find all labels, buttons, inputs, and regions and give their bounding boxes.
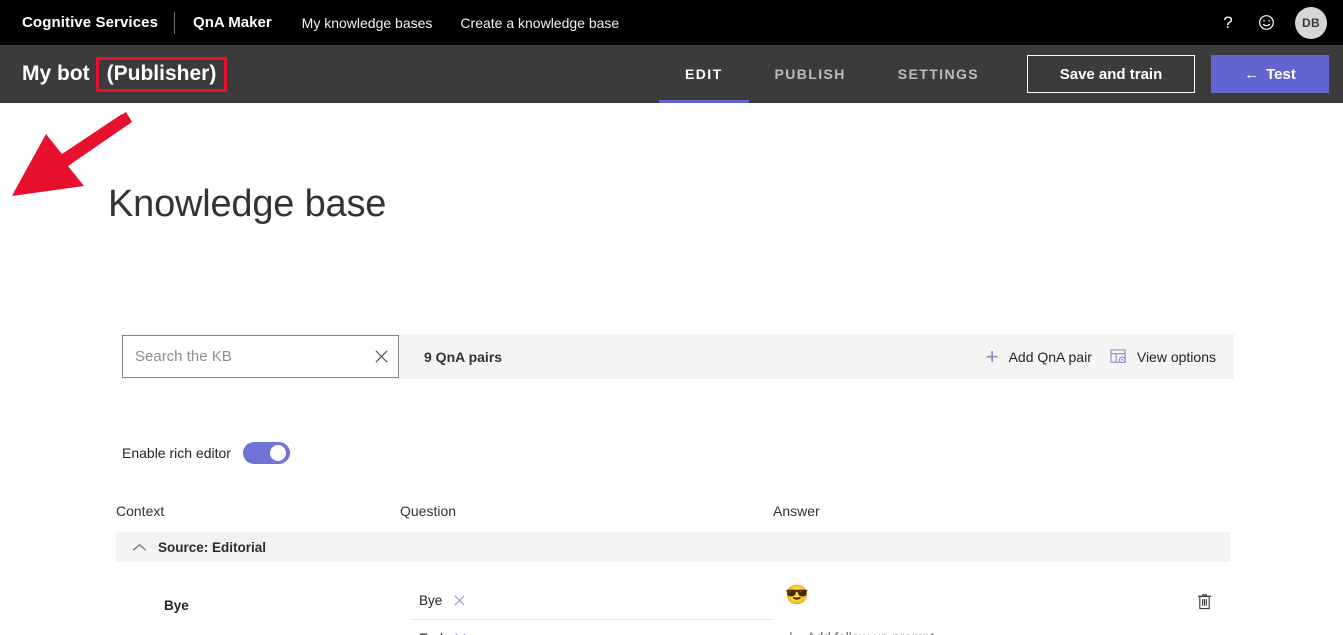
kb-tabs: EDIT PUBLISH SETTINGS (659, 45, 1005, 103)
question-text: End (419, 631, 443, 635)
nav-link-my-knowledge-bases[interactable]: My knowledge bases (288, 15, 447, 31)
top-navigation-bar: Cognitive Services QnA Maker My knowledg… (0, 0, 1343, 45)
search-input[interactable] (123, 336, 364, 377)
nav-divider (174, 11, 176, 34)
smiley-face-icon[interactable] (1247, 0, 1285, 45)
source-group-row[interactable]: Source: Editorial (116, 532, 1230, 562)
kb-header-bar: My bot (Publisher) EDIT PUBLISH SETTINGS… (0, 45, 1343, 103)
close-icon[interactable] (454, 594, 465, 608)
row-context: Bye (164, 598, 189, 613)
trash-icon[interactable] (1197, 593, 1212, 635)
bot-name: My bot (22, 62, 90, 85)
plus-icon: + (785, 628, 797, 635)
close-icon[interactable] (455, 632, 466, 635)
table-column-headers: Context Question Answer (116, 503, 1230, 532)
page-title: Knowledge base (108, 183, 387, 225)
add-qna-pair-button[interactable]: + Add QnA pair (985, 343, 1092, 369)
chevron-up-icon[interactable] (132, 543, 147, 552)
column-header-question: Question (400, 503, 457, 519)
row-actions (1170, 582, 1230, 635)
test-button[interactable]: ← Test (1211, 55, 1329, 93)
rich-editor-toggle[interactable] (242, 442, 290, 464)
tab-publish[interactable]: PUBLISH (749, 45, 872, 103)
kb-toolbar: 9 QnA pairs + Add QnA pair View options (122, 334, 1234, 379)
row-questions: Bye End Good bye (400, 582, 773, 635)
view-options-button[interactable]: View options (1110, 349, 1216, 365)
user-avatar[interactable]: DB (1295, 6, 1327, 39)
save-and-train-button[interactable]: Save and train (1027, 55, 1195, 93)
main-content: Knowledge base 9 QnA pairs + Add QnA pai… (0, 103, 1343, 635)
qna-pairs-count: 9 QnA pairs (424, 348, 503, 365)
table-settings-icon (1110, 348, 1127, 365)
tab-settings[interactable]: SETTINGS (872, 45, 1005, 103)
help-icon[interactable]: ? (1209, 0, 1247, 45)
rich-editor-toggle-row: Enable rich editor (122, 442, 290, 464)
close-icon[interactable] (364, 336, 398, 377)
table-row: Bye Bye End (116, 562, 1230, 635)
test-button-label: Test (1266, 65, 1296, 83)
kb-title-group: My bot (Publisher) (0, 56, 228, 92)
back-arrow-icon: ← (1244, 65, 1260, 83)
publisher-badge-highlight: (Publisher) (95, 56, 228, 92)
add-followup-prompt-button[interactable]: + Add follow-up prompt (785, 628, 1170, 635)
row-answer: 😎 + Add follow-up prompt (773, 582, 1170, 635)
source-label: Source: Editorial (158, 539, 267, 555)
column-header-context: Context (116, 503, 165, 519)
plus-icon: + (985, 343, 999, 369)
cognitive-services-brand[interactable]: Cognitive Services (8, 14, 172, 31)
nav-link-create-knowledge-base[interactable]: Create a knowledge base (446, 15, 633, 31)
search-box[interactable] (122, 335, 399, 378)
answer-text[interactable]: 😎 (785, 582, 1170, 607)
toggle-knob (269, 445, 286, 461)
question-item[interactable]: Bye (411, 582, 773, 620)
qna-maker-product-link[interactable]: QnA Maker (177, 14, 288, 31)
view-options-label: View options (1136, 348, 1216, 365)
question-text: Bye (419, 593, 443, 608)
rich-editor-label: Enable rich editor (122, 445, 231, 461)
question-item[interactable]: End (411, 620, 773, 635)
tab-edit[interactable]: EDIT (659, 45, 749, 103)
add-qna-pair-label: Add QnA pair (1008, 348, 1092, 365)
column-header-answer: Answer (773, 503, 820, 519)
kb-table: Context Question Answer Source: Editoria… (116, 503, 1230, 635)
add-followup-prompt-label: Add follow-up prompt (807, 630, 935, 635)
